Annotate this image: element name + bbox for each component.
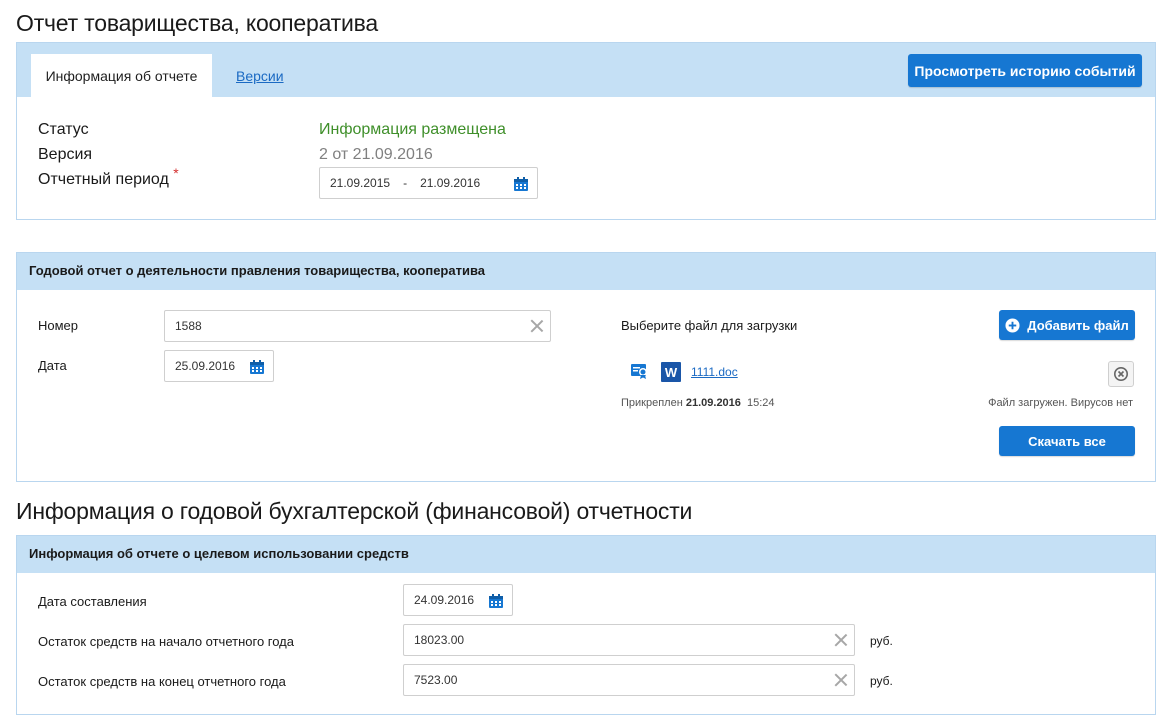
accounting-title: Информация о годовой бухгалтерской (фина… xyxy=(16,498,693,524)
attached-time: 15:24 xyxy=(746,397,775,409)
download-all-button[interactable]: Скачать все xyxy=(999,426,1135,456)
tab-versions[interactable]: Версии xyxy=(236,68,284,84)
annual-report-title: Годовой отчет о деятельности правления т… xyxy=(29,263,486,278)
usage-report-panel: Информация об отчете о целевом использов… xyxy=(16,535,1156,715)
date-label: Дата xyxy=(38,358,67,373)
date-input[interactable]: 25.09.2016 xyxy=(164,350,274,382)
view-history-button[interactable]: Просмотреть историю событий xyxy=(908,54,1142,87)
calendar-icon[interactable] xyxy=(249,359,265,378)
clear-icon[interactable] xyxy=(530,319,544,333)
calendar-icon[interactable] xyxy=(488,593,504,612)
period-range-input[interactable]: 21.09.2015 - 21.09.2016 xyxy=(319,167,538,199)
required-mark: * xyxy=(173,165,179,181)
number-label: Номер xyxy=(38,318,79,333)
file-select-label: Выберите файл для загрузки xyxy=(621,318,798,333)
tab-report-info[interactable]: Информация об отчете xyxy=(31,54,212,97)
compile-date-value: 24.09.2016 xyxy=(414,593,475,607)
period-from-value: 21.09.2015 xyxy=(330,176,391,190)
number-value: 1588 xyxy=(175,319,202,333)
usage-report-title: Информация об отчете о целевом использов… xyxy=(29,546,409,561)
usage-report-header: Информация об отчете о целевом использов… xyxy=(17,536,1155,573)
add-file-label: Добавить файл xyxy=(1027,317,1129,333)
period-label: Отчетный период * xyxy=(38,165,179,189)
report-info-panel: Информация об отчете Версии Просмотреть … xyxy=(16,42,1156,220)
end-balance-label: Остаток средств на конец отчетного года xyxy=(38,674,286,689)
remove-file-icon[interactable] xyxy=(1108,361,1134,387)
version-label: Версия xyxy=(38,146,93,163)
period-separator: - xyxy=(403,176,408,190)
start-balance-currency: руб. xyxy=(870,634,893,648)
file-status: Файл загружен. Вирусов нет xyxy=(988,397,1133,409)
file-link[interactable]: 1111.doc xyxy=(691,365,738,379)
status-value: Информация размещена xyxy=(319,121,506,138)
attached-date: 21.09.2016 xyxy=(685,397,741,409)
version-value: 2 от 21.09.2016 xyxy=(319,146,433,163)
plus-circle-icon xyxy=(1005,317,1020,333)
period-to-value: 21.09.2016 xyxy=(420,176,481,190)
date-value: 25.09.2016 xyxy=(175,359,236,373)
start-balance-label: Остаток средств на начало отчетного года xyxy=(38,634,295,649)
clear-icon[interactable] xyxy=(834,673,848,687)
period-label-text: Отчетный период xyxy=(38,171,169,188)
attached-info: Прикреплен 21.09.2016 15:24 xyxy=(621,397,775,409)
number-input[interactable]: 1588 xyxy=(164,310,551,342)
start-balance-input[interactable]: 18023.00 xyxy=(403,624,855,656)
compile-date-input[interactable]: 24.09.2016 xyxy=(403,584,513,616)
compile-date-label: Дата составления xyxy=(38,594,147,609)
annual-report-header: Годовой отчет о деятельности правления т… xyxy=(17,253,1155,290)
start-balance-value: 18023.00 xyxy=(414,633,465,647)
end-balance-input[interactable]: 7523.00 xyxy=(403,664,855,696)
calendar-icon[interactable] xyxy=(513,176,529,195)
annual-report-panel: Годовой отчет о деятельности правления т… xyxy=(16,252,1156,482)
word-doc-icon: W xyxy=(661,362,681,382)
page-title: Отчет товарищества, кооператива xyxy=(16,10,379,36)
attached-prefix: Прикреплен xyxy=(621,397,683,409)
status-label: Статус xyxy=(38,121,89,138)
clear-icon[interactable] xyxy=(834,633,848,647)
end-balance-value: 7523.00 xyxy=(414,673,458,687)
add-file-button[interactable]: Добавить файл xyxy=(999,310,1135,340)
signature-icon[interactable] xyxy=(631,363,649,384)
end-balance-currency: руб. xyxy=(870,674,893,688)
